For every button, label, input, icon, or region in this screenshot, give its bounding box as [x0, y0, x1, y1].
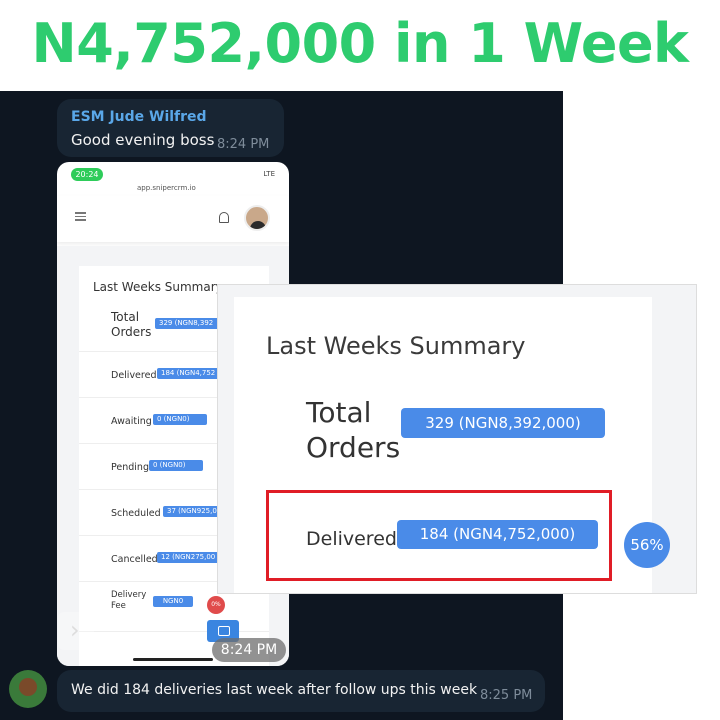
- image-time: 8:24 PM: [212, 638, 286, 662]
- message-bubble-2[interactable]: We did 184 deliveries last week after fo…: [57, 670, 545, 712]
- message-text-2: We did 184 deliveries last week after fo…: [71, 682, 478, 698]
- row-value: 329 (NGN8,392: [155, 318, 225, 329]
- message-bubble-1[interactable]: ESM Jude Wilfred Good evening boss 8:24 …: [57, 99, 284, 157]
- row-label: Delivered: [111, 370, 157, 381]
- row-label: Cancelled: [111, 554, 158, 565]
- delivered-percent-badge: 56%: [624, 522, 670, 568]
- screenshot-root: N4,752,000 in 1 Week ESM Jude Wilfred Go…: [0, 0, 720, 720]
- message-time-1: 8:24 PM: [217, 137, 270, 152]
- row-label: Total Orders: [111, 310, 152, 339]
- row-label: Scheduled: [111, 508, 161, 519]
- row-value: 12 (NGN275,00: [157, 552, 221, 563]
- percent-badge: 0%: [207, 596, 225, 614]
- row-label: Awaiting: [111, 416, 152, 427]
- message-time-2: 8:25 PM: [480, 688, 533, 703]
- menu-icon[interactable]: [75, 212, 86, 221]
- avatar[interactable]: [244, 205, 270, 231]
- row-value: 37 (NGN925,0: [163, 506, 225, 517]
- row-label: Pending: [111, 462, 149, 473]
- zoom-delivered-value: 184 (NGN4,752,000): [397, 520, 598, 549]
- zoom-title: Last Weeks Summary: [266, 332, 526, 360]
- row-value: 184 (NGN4,752: [157, 368, 221, 379]
- zoom-total-label: Total Orders: [306, 396, 401, 464]
- zoom-delivered-label: Delivered: [306, 528, 397, 550]
- status-network: LTE: [263, 170, 275, 178]
- avatar[interactable]: [9, 670, 47, 708]
- browser-url: app.snipercrm.io: [137, 184, 196, 192]
- chevron-right-icon[interactable]: [58, 612, 94, 650]
- headline: N4,752,000 in 1 Week: [31, 12, 689, 75]
- card-title: Last Weeks Summary: [93, 280, 223, 294]
- app-header: [57, 196, 289, 242]
- row-label: Delivery Fee: [111, 590, 147, 611]
- zoom-border-top: [218, 285, 696, 297]
- status-time: 20:24: [71, 168, 103, 181]
- row-value: NGN0: [153, 596, 193, 607]
- home-indicator: [133, 658, 213, 661]
- zoom-border-left: [218, 285, 234, 593]
- zoom-total-value: 329 (NGN8,392,000): [401, 408, 605, 438]
- row-value: 0 (NGN0): [149, 460, 203, 471]
- row-value: 0 (NGN0): [153, 414, 207, 425]
- sender-name[interactable]: ESM Jude Wilfred: [71, 109, 207, 125]
- message-text-1: Good evening boss: [71, 131, 215, 149]
- bell-icon[interactable]: [219, 212, 229, 223]
